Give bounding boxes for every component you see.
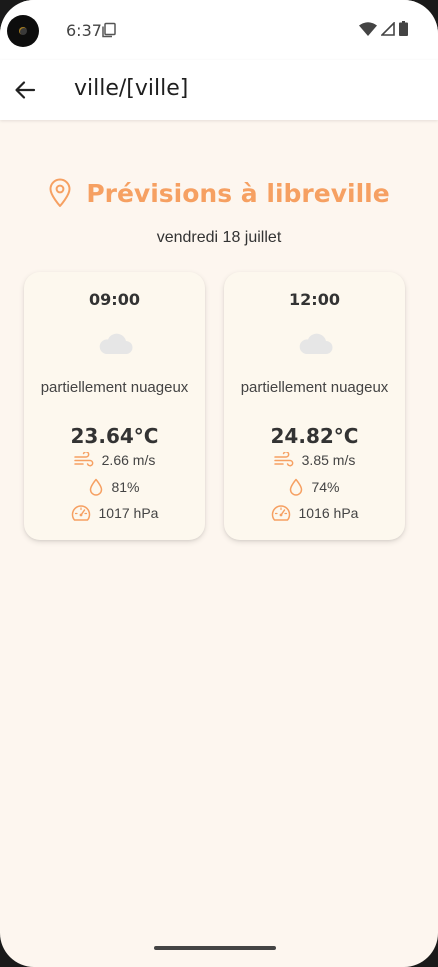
forecast-date: vendredi 18 juillet [156, 229, 282, 246]
map-pin-icon [49, 178, 71, 207]
back-button[interactable] [8, 73, 42, 107]
gauge-icon [71, 505, 90, 521]
pressure-stat: 1017 hPa [24, 504, 205, 522]
status-time: 6:37 [66, 21, 102, 40]
wifi-icon [359, 21, 377, 36]
gesture-navigation-handle[interactable] [154, 946, 276, 950]
humidity-value: 81% [111, 479, 140, 495]
wind-icon [73, 452, 94, 467]
pressure-stat: 1016 hPa [224, 504, 405, 522]
temperature: 24.82°C [270, 424, 359, 448]
pressure-value: 1017 hPa [98, 505, 159, 521]
app-bar: ville/[ville] [0, 60, 438, 120]
droplet-icon [290, 478, 303, 496]
humidity-value: 74% [311, 479, 340, 495]
weather-description: partiellement nuageux [240, 379, 389, 396]
page-title: Prévisions à libreville [86, 178, 390, 208]
gauge-icon [271, 505, 290, 521]
humidity-stat: 74% [224, 478, 405, 496]
temperature: 23.64°C [70, 424, 159, 448]
wind-speed: 3.85 m/s [301, 452, 356, 468]
screenshot-icon [102, 22, 116, 38]
wind-stat: 3.85 m/s [224, 452, 405, 468]
arrow-back-icon [15, 81, 36, 99]
humidity-stat: 81% [24, 478, 205, 496]
wind-stat: 2.66 m/s [24, 452, 205, 468]
phone-screen: 6:37 ville/[ville] Prévisions à librevil… [0, 0, 438, 967]
cloud-icon [99, 333, 133, 354]
pressure-value: 1016 hPa [298, 505, 359, 521]
droplet-icon [90, 478, 103, 496]
status-bar: 6:37 [0, 0, 438, 60]
app-bar-title: ville/[ville] [74, 76, 189, 101]
forecast-card: 12:00 partiellement nuageux 24.82°C 3.85… [224, 272, 405, 540]
forecast-card: 09:00 partiellement nuageux 23.64°C 2.66… [24, 272, 205, 540]
status-icons [359, 21, 408, 36]
cloud-icon [299, 333, 333, 354]
wind-speed: 2.66 m/s [101, 452, 156, 468]
weather-description: partiellement nuageux [40, 379, 189, 396]
forecast-heading: Prévisions à libreville [0, 178, 438, 208]
battery-icon [399, 21, 408, 36]
forecast-time: 12:00 [289, 290, 340, 309]
signal-icon [381, 21, 395, 36]
wind-icon [273, 452, 294, 467]
front-camera [7, 15, 39, 47]
forecast-time: 09:00 [89, 290, 140, 309]
